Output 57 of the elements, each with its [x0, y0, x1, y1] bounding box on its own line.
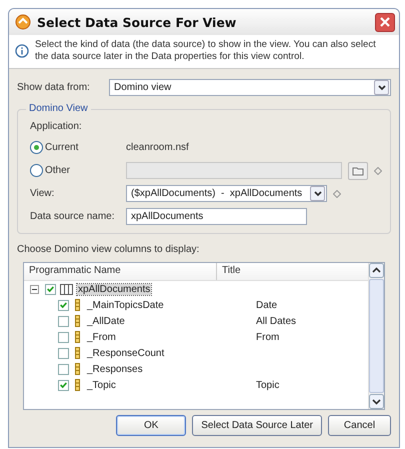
tree-item[interactable]: _AllDate [86, 316, 126, 326]
radio-button[interactable] [30, 164, 43, 177]
data-source-name-field[interactable]: xpAllDocuments [126, 208, 307, 225]
collapse-icon[interactable] [30, 284, 39, 294]
checkbox[interactable] [58, 348, 69, 358]
tree-item[interactable]: _MainTopicsDate [86, 300, 165, 310]
table-cell: All Dates [256, 316, 296, 326]
info-text: Select the kind of data (the data source) to show in the view. You can also select the data source later in the Data properties for this view control. [35, 39, 377, 63]
checkbox[interactable] [58, 316, 69, 326]
field-label: View: [30, 187, 56, 200]
field-label: Data source name: [30, 210, 116, 223]
folder-icon [352, 165, 364, 176]
group-title: Domino View [26, 103, 91, 114]
radio-button[interactable] [30, 141, 43, 154]
browse-button[interactable] [348, 162, 368, 180]
column-icon [74, 363, 81, 375]
view-dropdown[interactable]: ($xpAllDocuments) - xpAllDocuments [126, 185, 328, 202]
scrollbar[interactable] [368, 263, 384, 409]
column-header[interactable]: Programmatic Name [24, 263, 217, 280]
checkbox[interactable] [58, 364, 69, 374]
table-columns-icon [60, 284, 73, 294]
window-title: Select Data Source For View [37, 14, 238, 30]
column-icon [74, 331, 81, 343]
diamond-icon [374, 166, 382, 174]
app-icon [15, 14, 31, 30]
column-icon [74, 315, 81, 327]
column-icon [74, 299, 81, 311]
column-icon [74, 379, 81, 391]
checkbox[interactable] [58, 380, 69, 390]
dialog-button[interactable]: OK [116, 415, 186, 436]
checkbox[interactable] [58, 332, 69, 342]
application-name: cleanroom.nsf [126, 141, 189, 154]
tree-item[interactable]: _Responses [86, 364, 144, 374]
field-label: Application: [30, 120, 82, 133]
tree-item[interactable]: _Topic [86, 380, 117, 390]
section-label: Choose Domino view columns to display: [17, 243, 200, 256]
scroll-thumb[interactable] [369, 279, 384, 393]
tree-item[interactable]: _ResponseCount [86, 348, 166, 358]
data-source-dropdown[interactable]: Domino view [109, 78, 391, 96]
close-icon [378, 15, 392, 29]
table-cell: From [256, 332, 280, 342]
tree-item[interactable]: xpAllDocuments [77, 284, 152, 294]
column-header[interactable]: Title [217, 263, 368, 280]
table-cell: Topic [256, 380, 280, 390]
radio-label[interactable]: Current [45, 141, 78, 154]
radio-label[interactable]: Other [45, 164, 70, 177]
tree-item[interactable]: _From [86, 332, 117, 342]
close-button[interactable] [375, 12, 395, 32]
checkbox[interactable] [58, 300, 69, 310]
table-cell: Date [256, 300, 278, 310]
diamond-icon [333, 190, 342, 198]
dialog-button[interactable]: Select Data Source Later [192, 415, 322, 436]
field-label: Show data from: [17, 80, 91, 94]
column-icon [74, 347, 81, 359]
dialog-button[interactable]: Cancel [328, 415, 391, 436]
checkbox[interactable] [45, 284, 56, 294]
info-icon [15, 44, 29, 58]
